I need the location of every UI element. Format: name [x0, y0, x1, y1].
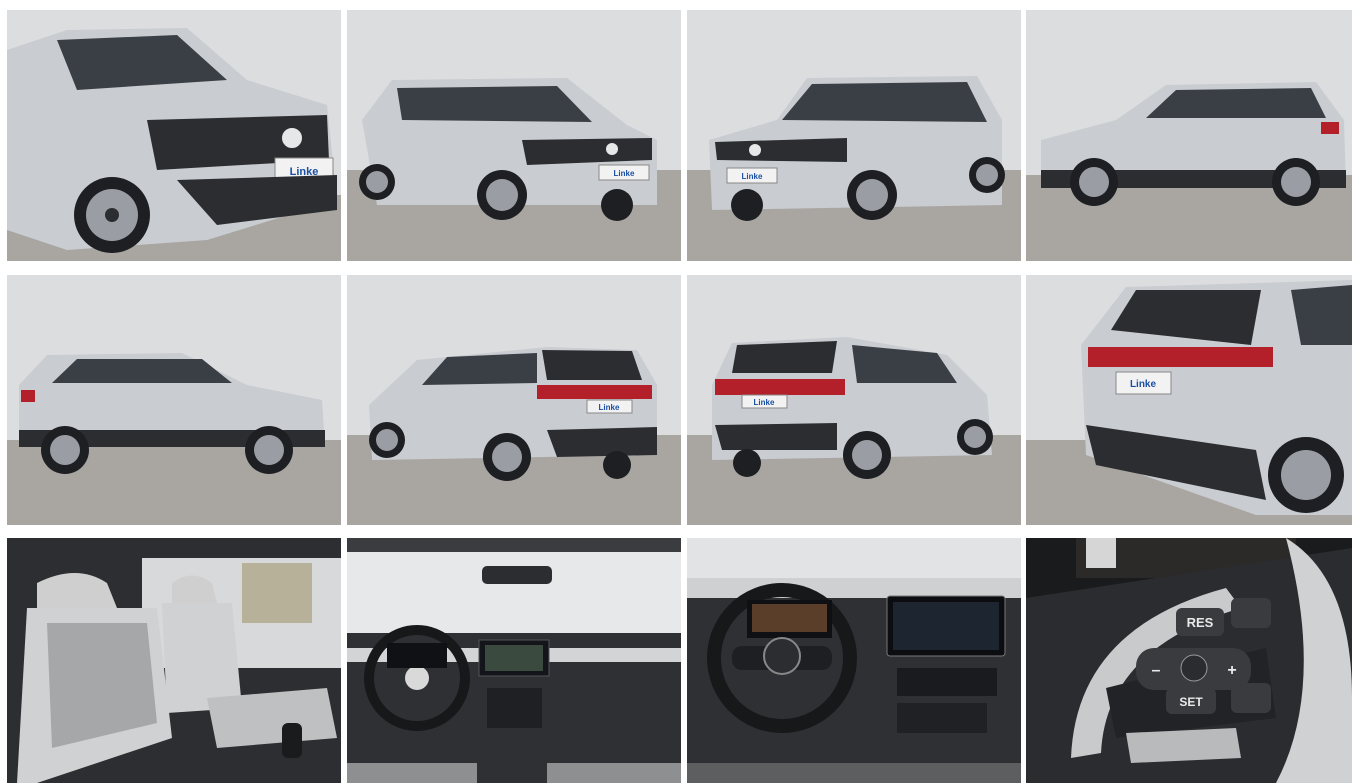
- car-front-left-image: Linke: [347, 10, 681, 261]
- plate-label: Linke: [614, 169, 635, 178]
- plus-button-label: +: [1227, 662, 1236, 679]
- cockpit-image: [687, 538, 1021, 783]
- gallery-photo-rear-right[interactable]: Linke: [687, 275, 1021, 525]
- car-front-closeup-image: Linke: [7, 10, 341, 261]
- gallery-photo-steering-buttons[interactable]: RES – + SET: [1026, 538, 1352, 783]
- minus-button-label: –: [1152, 662, 1161, 679]
- gallery-photo-side-right[interactable]: [1026, 10, 1352, 261]
- car-rear-closeup-image: Linke: [1026, 275, 1352, 525]
- plate-label: Linke: [1130, 379, 1157, 390]
- gallery-photo-rear-left[interactable]: Linke: [347, 275, 681, 525]
- car-rear-right-image: Linke: [687, 275, 1021, 525]
- car-side-right-image: [1026, 10, 1352, 261]
- plate-label: Linke: [599, 403, 620, 412]
- gallery-photo-front-seats[interactable]: [7, 538, 341, 783]
- set-button-label: SET: [1179, 695, 1203, 709]
- car-rear-left-image: Linke: [347, 275, 681, 525]
- front-seats-image: [7, 538, 341, 783]
- res-button-label: RES: [1187, 615, 1214, 630]
- plate-label: Linke: [742, 172, 763, 181]
- gallery-photo-rear-closeup[interactable]: Linke: [1026, 275, 1352, 525]
- steering-wheel-buttons-image: RES – + SET: [1026, 538, 1352, 783]
- gallery-photo-cockpit[interactable]: [687, 538, 1021, 783]
- car-side-left-image: [7, 275, 341, 525]
- gallery-photo-front-left[interactable]: Linke: [347, 10, 681, 261]
- gallery-photo-side-left[interactable]: [7, 275, 341, 525]
- car-front-right-image: Linke: [687, 10, 1021, 261]
- dashboard-wide-image: [347, 538, 681, 783]
- gallery-photo-front-left-closeup[interactable]: Linke: [7, 10, 341, 261]
- photo-gallery: Linke Linke Linke Linke Linke Linke RES …: [0, 0, 1352, 783]
- gallery-photo-dashboard-wide[interactable]: [347, 538, 681, 783]
- plate-label: Linke: [754, 398, 775, 407]
- gallery-photo-front-right[interactable]: Linke: [687, 10, 1021, 261]
